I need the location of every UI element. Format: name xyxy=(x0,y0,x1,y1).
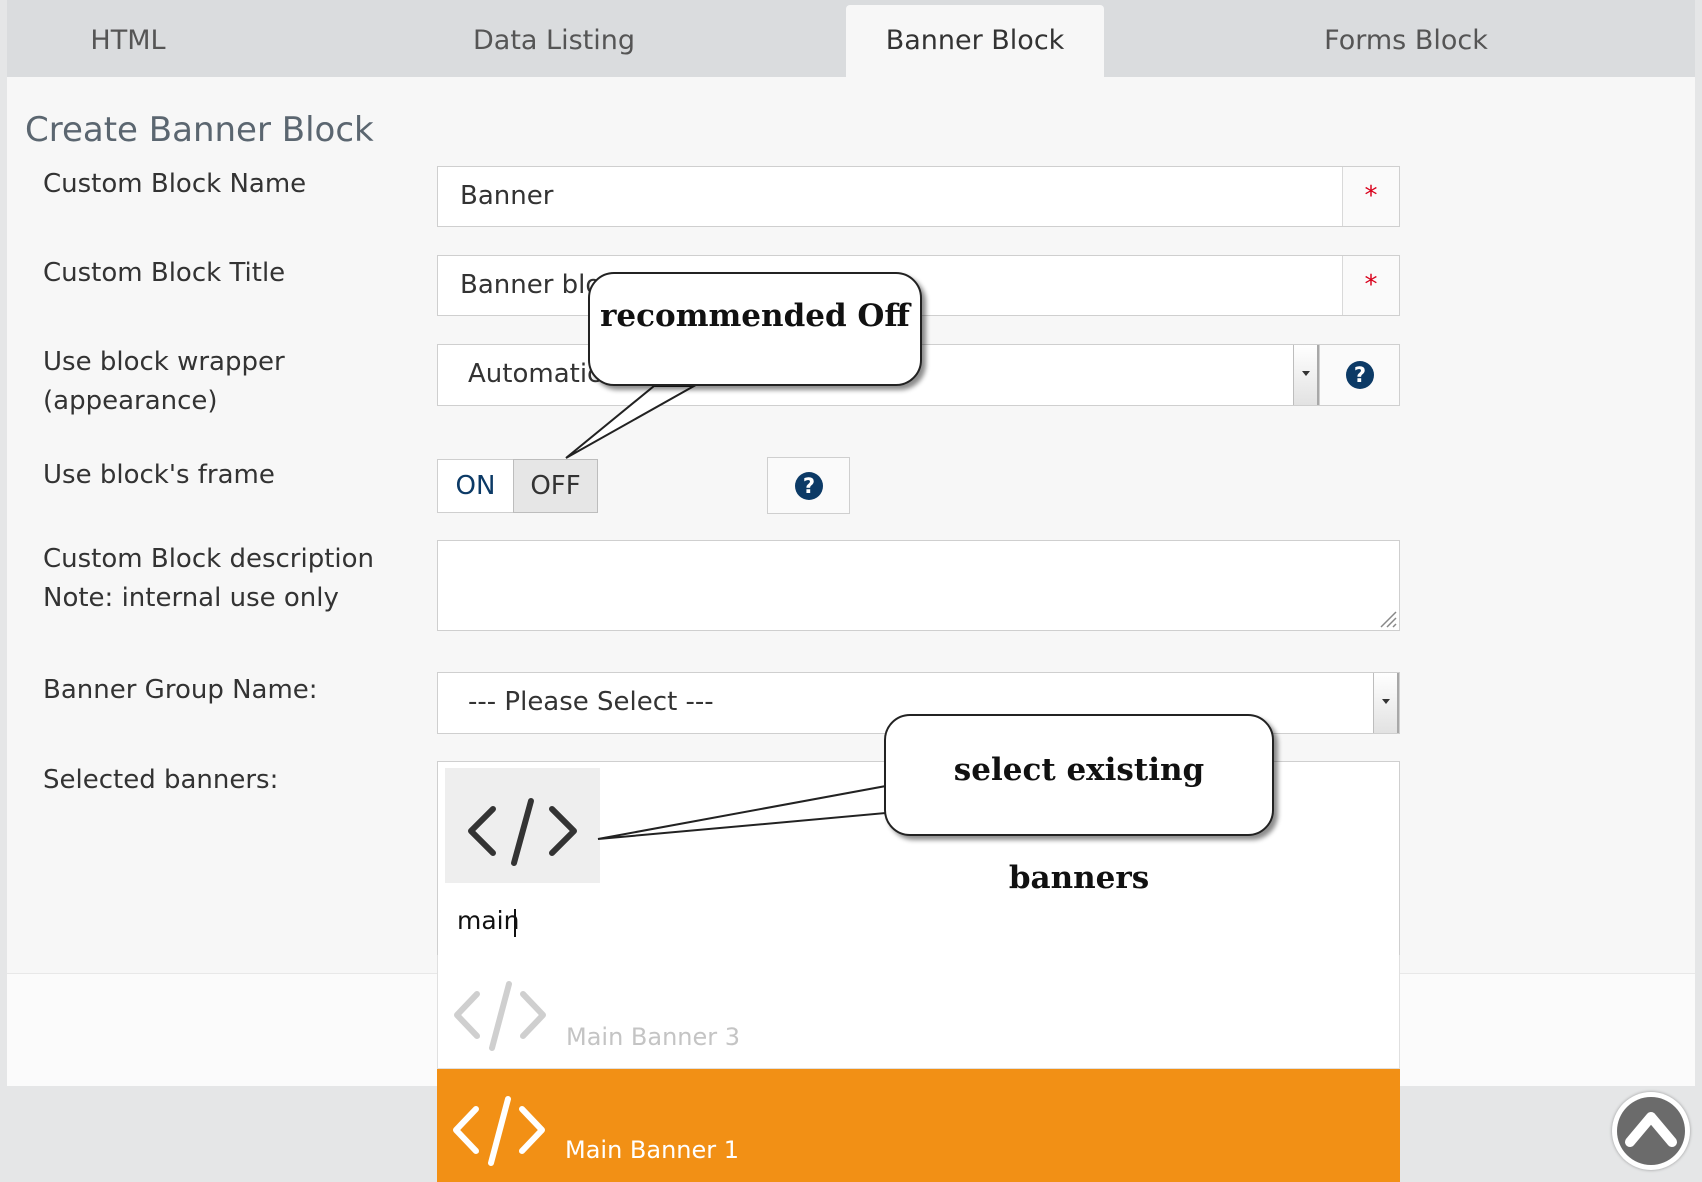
chevron-up-icon xyxy=(1617,1097,1685,1165)
callout-pointers xyxy=(565,385,887,840)
scroll-top-button[interactable] xyxy=(1612,1092,1690,1170)
callout-select-banners: select existing banners xyxy=(884,714,1274,896)
callout-recommended-off: recommended Off xyxy=(588,272,922,386)
